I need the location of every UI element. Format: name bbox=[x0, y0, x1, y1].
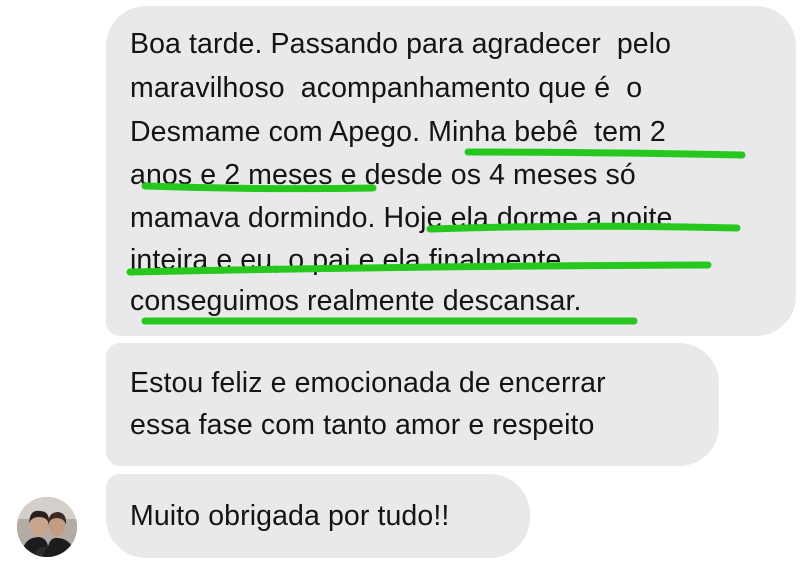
sender-avatar[interactable] bbox=[17, 497, 77, 557]
message-1-line-7: conseguimos realmente descansar. bbox=[130, 285, 582, 317]
message-3-line-1: Muito obrigada por tudo!! bbox=[130, 500, 450, 532]
message-1-line-2: maravilhoso acompanhamento que é o bbox=[130, 72, 643, 104]
message-2-line-2: essa fase com tanto amor e respeito bbox=[130, 409, 595, 441]
profile-photo-icon bbox=[17, 497, 77, 557]
message-2-line-1: Estou feliz e emocionada de encerrar bbox=[130, 367, 606, 399]
message-1-line-4: anos e 2 meses e desde os 4 meses só bbox=[130, 159, 636, 191]
message-1-line-6: inteira e eu, o pai e ela finalmente bbox=[130, 244, 562, 276]
message-1-line-3: Desmame com Apego. Minha bebê tem 2 bbox=[130, 116, 666, 148]
message-1-line-5: mamava dormindo. Hoje ela dorme a noite bbox=[130, 202, 673, 234]
message-1-line-1: Boa tarde. Passando para agradecer pelo bbox=[130, 28, 672, 60]
